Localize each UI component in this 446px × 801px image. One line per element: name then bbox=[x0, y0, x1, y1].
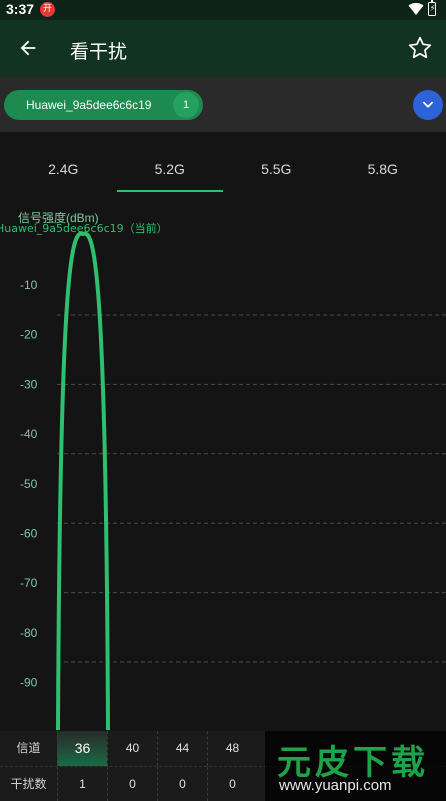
back-button[interactable] bbox=[10, 30, 46, 66]
tab-5-5g[interactable]: 5.5G bbox=[223, 148, 330, 192]
y-tick-label: -80 bbox=[20, 626, 38, 640]
y-tick-label: -60 bbox=[20, 527, 38, 541]
signal-strength-chart: -10 -20 -30 -40 -50 -60 -70 -80 -90 信号强度(dBm) Hu… bbox=[0, 200, 446, 730]
channel-header: 信道 bbox=[16, 741, 41, 755]
network-selector-row: Huawei_9a5dee6c6c19 1 bbox=[0, 77, 446, 132]
interference-cell-48: 0 bbox=[207, 767, 257, 801]
battery-icon: ⚡ bbox=[428, 0, 436, 16]
interference-cell-40: 0 bbox=[107, 767, 157, 801]
tab-5-8g[interactable]: 5.8G bbox=[330, 148, 437, 192]
network-chip[interactable]: Huawei_9a5dee6c6c19 1 bbox=[4, 90, 203, 120]
tab-5-2g[interactable]: 5.2G bbox=[116, 148, 224, 192]
signal-curve-huawei bbox=[56, 231, 110, 730]
expand-networks-button[interactable] bbox=[413, 90, 443, 120]
y-tick-label: -40 bbox=[20, 427, 38, 441]
app-bar: 看干扰 bbox=[0, 20, 446, 77]
y-tick-label: -70 bbox=[20, 576, 38, 590]
chevron-down-icon bbox=[423, 101, 433, 108]
channel-cell-36[interactable]: 36 bbox=[57, 731, 107, 766]
status-time: 3:37 bbox=[6, 1, 35, 17]
watermark-url: www.yuanpi.com bbox=[279, 777, 392, 794]
channel-cell-40[interactable]: 40 bbox=[107, 731, 157, 766]
channel-cell-44[interactable]: 44 bbox=[157, 731, 207, 766]
network-ssid: Huawei_9a5dee6c6c19 bbox=[26, 98, 152, 112]
favorite-button[interactable] bbox=[402, 30, 438, 66]
status-bar: 3:37 开 ⚡ bbox=[0, 0, 446, 20]
y-tick-label: -90 bbox=[20, 676, 38, 690]
page-title: 看干扰 bbox=[70, 41, 128, 63]
chart-svg: -10-20-30-40-50-60-70-80-90 信号强度(dBm) Hu… bbox=[0, 210, 446, 730]
notification-app-icon: 开 bbox=[40, 2, 55, 17]
arrow-back-icon bbox=[20, 40, 36, 56]
star-outline-icon bbox=[408, 36, 432, 59]
wifi-icon bbox=[408, 3, 424, 16]
network-count-badge: 1 bbox=[173, 92, 199, 118]
interference-cell-36: 1 bbox=[57, 767, 107, 801]
interference-header: 干扰数 bbox=[10, 777, 47, 791]
y-tick-label: -20 bbox=[20, 328, 38, 342]
band-tabs: 2.4G 5.2G 5.5G 5.8G bbox=[10, 148, 436, 192]
status-icons: ⚡ bbox=[408, 0, 436, 16]
channel-cell-48[interactable]: 48 bbox=[207, 731, 257, 766]
y-tick-label: -30 bbox=[20, 377, 38, 391]
tab-2-4g[interactable]: 2.4G bbox=[10, 148, 117, 192]
interference-cell-44: 0 bbox=[157, 767, 207, 801]
y-tick-label: -10 bbox=[20, 278, 38, 292]
watermark: 元皮下载 www.yuanpi.com bbox=[265, 731, 446, 801]
y-tick-label: -50 bbox=[20, 477, 38, 491]
